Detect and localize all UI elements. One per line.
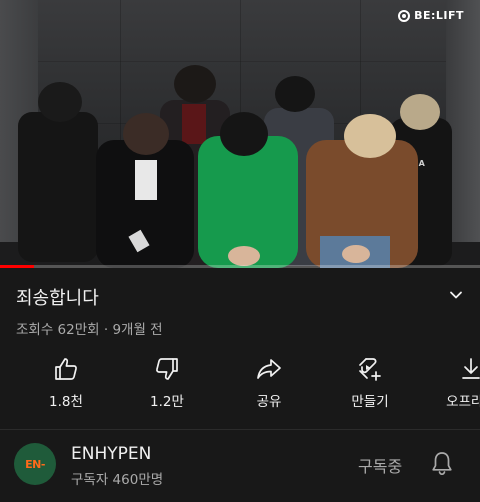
video-player[interactable]: GA BE:LIFT <box>0 0 480 268</box>
chevron-down-icon[interactable] <box>448 287 464 303</box>
remix-icon <box>359 358 381 381</box>
progress-bar-fill <box>0 265 34 268</box>
download-icon <box>462 358 480 379</box>
channel-name[interactable]: ENHYPEN <box>71 444 151 464</box>
share-icon <box>257 359 281 379</box>
share-label: 공유 <box>256 394 282 410</box>
subscriber-count: 구독자 460만명 <box>71 472 164 488</box>
share-button[interactable]: 공유 <box>226 356 312 410</box>
channel-avatar-text: EN- <box>25 457 45 471</box>
download-label: 오프라인 <box>446 394 480 410</box>
member-back-1 <box>18 82 98 262</box>
video-title[interactable]: 죄송합니다 <box>16 284 99 310</box>
channel-avatar[interactable]: EN- <box>14 443 56 485</box>
remix-label: 만들기 <box>351 394 389 410</box>
bell-icon[interactable] <box>430 450 454 476</box>
progress-bar[interactable] <box>0 265 480 268</box>
watermark-text: BE:LIFT <box>414 9 464 22</box>
watermark-logo: BE:LIFT <box>398 9 464 22</box>
divider <box>0 429 480 430</box>
dislike-button[interactable]: 1.2만 <box>124 356 210 410</box>
subscribed-button[interactable]: 구독중 <box>358 453 402 477</box>
video-scene: GA <box>18 65 452 268</box>
download-button[interactable]: 오프라인 <box>428 356 480 410</box>
thumbs-up-icon <box>55 358 77 380</box>
dislike-count: 1.2만 <box>150 394 184 410</box>
thumbs-down-icon <box>156 358 178 380</box>
watermark-mark-icon <box>398 9 411 22</box>
like-count: 1.8천 <box>49 394 83 410</box>
like-button[interactable]: 1.8천 <box>23 356 109 410</box>
action-row: 1.8천 1.2만 공유 만들기 오프라인 <box>0 356 480 416</box>
video-meta[interactable]: 조회수 62만회 · 9개월 전 <box>16 318 163 338</box>
remix-button[interactable]: 만들기 <box>327 356 413 410</box>
